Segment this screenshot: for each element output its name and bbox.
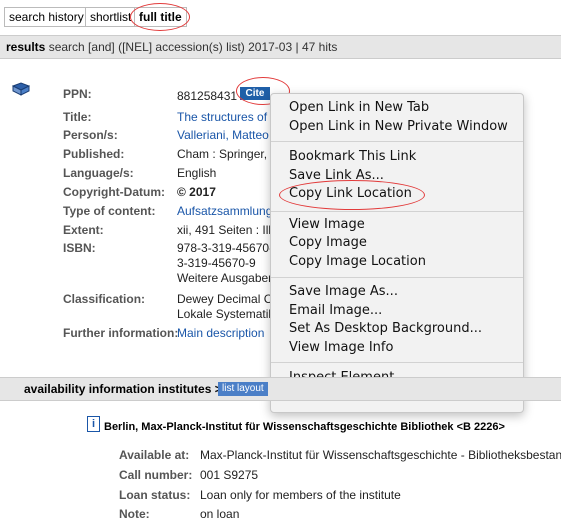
- institute-name: Berlin, Max-Planck-Institut für Wissensc…: [104, 421, 505, 433]
- menu-copy-link-location[interactable]: Copy Link Location: [289, 186, 412, 201]
- menu-open-link-new-tab[interactable]: Open Link in New Tab: [289, 100, 429, 115]
- menu-separator: [271, 362, 523, 363]
- results-bar: results search [and] ([NEL] accession(s)…: [0, 35, 561, 59]
- extent-label: Extent:: [63, 223, 104, 237]
- further-info-label: Further information:: [63, 326, 179, 340]
- menu-email-image[interactable]: Email Image...: [289, 303, 382, 318]
- menu-save-link-as[interactable]: Save Link As...: [289, 168, 384, 183]
- menu-separator: [271, 277, 523, 278]
- content-type-value[interactable]: Aufsatzsammlung: [177, 204, 272, 218]
- isbn-value-1: 978-3-319-45670-: [177, 241, 274, 255]
- extent-value: xii, 491 Seiten : Illu: [177, 223, 278, 237]
- menu-view-image[interactable]: View Image: [289, 217, 365, 232]
- call-number-label: Call number:: [119, 468, 193, 482]
- copyright-label: Copyright-Datum:: [63, 185, 165, 199]
- loan-status-label: Loan status:: [119, 488, 191, 502]
- person-label: Person/s:: [63, 128, 118, 142]
- language-label: Language/s:: [63, 166, 134, 180]
- results-separator: |: [295, 40, 299, 54]
- tab-search-history[interactable]: search history: [4, 7, 89, 27]
- tab-bar: search history shortlist full title: [0, 0, 561, 32]
- ppn-value: 881258431: [177, 89, 238, 103]
- menu-open-link-private-window[interactable]: Open Link in New Private Window: [289, 119, 508, 134]
- menu-separator: [271, 141, 523, 142]
- title-label: Title:: [63, 110, 92, 124]
- results-query[interactable]: search [and] ([NEL] accession(s) list) 2…: [49, 40, 292, 54]
- context-menu: Open Link in New Tab Open Link in New Pr…: [270, 93, 524, 413]
- published-value: Cham : Springer, [: [177, 147, 274, 161]
- copyright-value: © 2017: [177, 185, 216, 199]
- tab-full-title[interactable]: full title: [134, 7, 187, 27]
- classification-label: Classification:: [63, 292, 146, 306]
- isbn-label: ISBN:: [63, 241, 96, 255]
- menu-view-image-info[interactable]: View Image Info: [289, 340, 393, 355]
- menu-save-image-as[interactable]: Save Image As...: [289, 284, 398, 299]
- classification-value-2: Lokale Systematik: [177, 307, 275, 321]
- results-label: results: [6, 40, 46, 54]
- note-value: on loan: [200, 507, 240, 521]
- ppn-label: PPN:: [63, 87, 92, 101]
- availability-title: availability information institutes >: [24, 382, 222, 396]
- isbn-other-editions: Weitere Ausgaben: [177, 271, 275, 285]
- published-label: Published:: [63, 147, 125, 161]
- menu-copy-image-location[interactable]: Copy Image Location: [289, 254, 426, 269]
- call-number-value: 001 S9275: [200, 468, 259, 482]
- menu-copy-image[interactable]: Copy Image: [289, 235, 367, 250]
- title-value[interactable]: The structures of p: [177, 110, 277, 124]
- book-icon: [12, 82, 30, 96]
- results-hits: 47 hits: [301, 40, 338, 54]
- classification-value-1: Dewey Decimal Cl: [177, 292, 276, 306]
- available-at-link[interactable]: Max-Planck-Institut für Wissenschaftsges…: [200, 448, 561, 462]
- main-description-link[interactable]: Main description: [177, 326, 264, 340]
- list-layout-button[interactable]: list layout: [218, 382, 268, 396]
- available-at-label: Available at:: [119, 448, 190, 462]
- menu-set-desktop-background[interactable]: Set As Desktop Background...: [289, 321, 482, 336]
- availability-bar: availability information institutes > li…: [0, 377, 561, 401]
- tab-shortlist[interactable]: shortlist: [85, 7, 137, 27]
- content-type-label: Type of content:: [63, 204, 156, 218]
- note-label: Note:: [119, 507, 150, 521]
- menu-bookmark-link[interactable]: Bookmark This Link: [289, 149, 416, 164]
- cite-button[interactable]: Cite: [240, 87, 270, 100]
- isbn-value-2: 3-319-45670-9: [177, 256, 256, 270]
- language-value: English: [177, 166, 217, 180]
- menu-separator: [271, 211, 523, 212]
- person-value[interactable]: Valleriani, Matteo [: [177, 128, 276, 142]
- info-icon[interactable]: i: [87, 416, 100, 432]
- loan-status-value: Loan only for members of the institute: [200, 488, 401, 502]
